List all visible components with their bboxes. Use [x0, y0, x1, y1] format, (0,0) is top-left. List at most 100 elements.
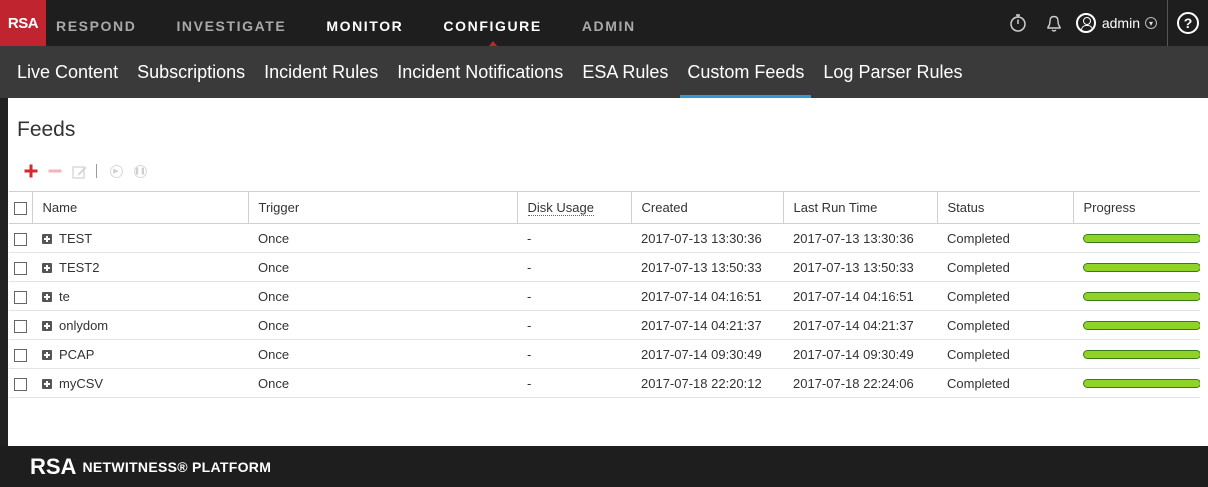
nav-admin[interactable]: ADMIN [582, 0, 636, 46]
top-nav-bar: RSA RESPOND INVESTIGATE MONITOR CONFIGUR… [0, 0, 1208, 47]
column-header-trigger[interactable]: Trigger [248, 191, 518, 224]
expand-icon[interactable] [42, 292, 52, 303]
row-checkbox[interactable] [14, 290, 27, 304]
nav-monitor[interactable]: MONITOR [326, 0, 403, 46]
progress-fill [1084, 350, 1200, 358]
table-row[interactable]: onlydom Once - 2017-07-14 04:21:37 2017-… [9, 310, 1200, 340]
nav-investigate[interactable]: INVESTIGATE [176, 0, 286, 46]
last-run-cell: 2017-07-13 13:30:36 [783, 223, 937, 253]
progress-bar [1083, 378, 1200, 388]
disk-usage-cell: - [517, 310, 631, 340]
subnav-esa-rules[interactable]: ESA Rules [582, 46, 668, 98]
bell-icon[interactable] [1036, 0, 1072, 46]
name-cell: PCAP [32, 339, 248, 369]
edit-button[interactable] [68, 160, 90, 182]
table-row[interactable]: myCSV Once - 2017-07-18 22:20:12 2017-07… [9, 368, 1200, 398]
table-row[interactable]: TEST2 Once - 2017-07-13 13:50:33 2017-07… [9, 252, 1200, 282]
progress-bar [1083, 233, 1200, 243]
trigger-cell: Once [248, 281, 517, 311]
progress-cell [1073, 339, 1200, 369]
user-icon [1075, 13, 1096, 33]
progress-fill [1084, 263, 1200, 271]
feed-name: TEST [59, 230, 93, 246]
user-name: admin [1101, 15, 1140, 31]
progress-cell [1073, 223, 1200, 253]
select-all-checkbox[interactable] [14, 202, 27, 216]
table-row[interactable]: te Once - 2017-07-14 04:16:51 2017-07-14… [9, 281, 1200, 311]
rsa-logo[interactable]: RSA [0, 0, 46, 46]
timer-icon[interactable] [1000, 0, 1036, 46]
footer-product: NETWITNESS® PLATFORM [82, 458, 272, 475]
created-cell: 2017-07-14 04:16:51 [631, 281, 783, 311]
netwitness-logo: RSA NETWITNESS® PLATFORM [30, 446, 271, 487]
nav-configure[interactable]: CONFIGURE [443, 0, 541, 47]
name-cell: te [32, 281, 248, 311]
start-button[interactable]: ▶ [105, 160, 127, 182]
feed-name: te [59, 288, 70, 304]
pause-button[interactable]: ❚❚ [129, 160, 151, 182]
expand-icon[interactable] [42, 350, 52, 361]
column-header-status[interactable]: Status [937, 191, 1074, 224]
add-button[interactable] [20, 160, 42, 182]
name-cell: TEST [32, 223, 248, 253]
trigger-cell: Once [248, 310, 517, 340]
expand-icon[interactable] [42, 379, 52, 390]
user-menu[interactable]: admin ▾ [1072, 0, 1167, 46]
row-check-cell [9, 223, 32, 253]
name-cell: TEST2 [32, 252, 248, 282]
row-checkbox[interactable] [14, 348, 27, 362]
column-header-progress[interactable]: Progress [1073, 191, 1200, 224]
name-cell: myCSV [32, 368, 248, 398]
trigger-cell: Once [248, 368, 517, 398]
subnav-subscriptions[interactable]: Subscriptions [137, 46, 245, 98]
page-title: Feeds [17, 118, 76, 141]
subnav-custom-feeds[interactable]: Custom Feeds [680, 46, 812, 98]
disk-usage-cell: - [517, 281, 631, 311]
footer: RSA NETWITNESS® PLATFORM [0, 446, 1208, 487]
row-checkbox[interactable] [14, 319, 27, 333]
nav-respond[interactable]: RESPOND [56, 0, 136, 46]
row-checkbox[interactable] [14, 377, 27, 391]
column-header-disk-usage[interactable]: Disk Usage [517, 191, 632, 224]
toolbar-separator [96, 164, 97, 178]
created-cell: 2017-07-18 22:20:12 [631, 368, 783, 398]
subnav-live-content[interactable]: Live Content [17, 46, 118, 98]
column-header-created[interactable]: Created [631, 191, 784, 224]
remove-button[interactable] [44, 160, 66, 182]
disk-usage-label: Disk Usage [527, 200, 594, 216]
progress-fill [1084, 379, 1200, 387]
row-check-cell [9, 339, 32, 369]
subnav-incident-rules[interactable]: Incident Rules [264, 46, 378, 98]
feed-name: PCAP [59, 346, 95, 362]
expand-icon[interactable] [42, 263, 52, 274]
progress-cell [1073, 252, 1200, 282]
subnav-incident-notifications[interactable]: Incident Notifications [397, 46, 563, 98]
table-row[interactable]: PCAP Once - 2017-07-14 09:30:49 2017-07-… [9, 339, 1200, 369]
subnav-log-parser-rules[interactable]: Log Parser Rules [823, 46, 962, 98]
progress-fill [1084, 321, 1200, 329]
trigger-cell: Once [248, 223, 517, 253]
column-header-last-run-time[interactable]: Last Run Time [783, 191, 938, 224]
row-checkbox[interactable] [14, 232, 27, 246]
status-cell: Completed [937, 368, 1073, 398]
disk-usage-cell: - [517, 223, 631, 253]
created-cell: 2017-07-14 09:30:49 [631, 339, 783, 369]
help-button[interactable]: ? [1168, 0, 1208, 46]
table-row[interactable]: TEST Once - 2017-07-13 13:30:36 2017-07-… [9, 223, 1200, 253]
column-header-name[interactable]: Name [32, 191, 249, 224]
status-cell: Completed [937, 223, 1073, 253]
progress-fill [1084, 292, 1200, 300]
row-checkbox[interactable] [14, 261, 27, 275]
progress-bar [1083, 349, 1200, 359]
progress-cell [1073, 368, 1200, 398]
feeds-table: Name Trigger Disk Usage Created Last Run… [9, 191, 1200, 398]
sub-nav-bar: Live Content Subscriptions Incident Rule… [0, 46, 1208, 98]
pause-icon: ❚❚ [133, 164, 147, 178]
expand-icon[interactable] [42, 234, 52, 245]
expand-icon[interactable] [42, 321, 52, 332]
chevron-down-icon: ▾ [1145, 17, 1157, 29]
row-check-cell [9, 252, 32, 282]
row-check-cell [9, 310, 32, 340]
last-run-cell: 2017-07-14 04:21:37 [783, 310, 937, 340]
created-cell: 2017-07-14 04:21:37 [631, 310, 783, 340]
